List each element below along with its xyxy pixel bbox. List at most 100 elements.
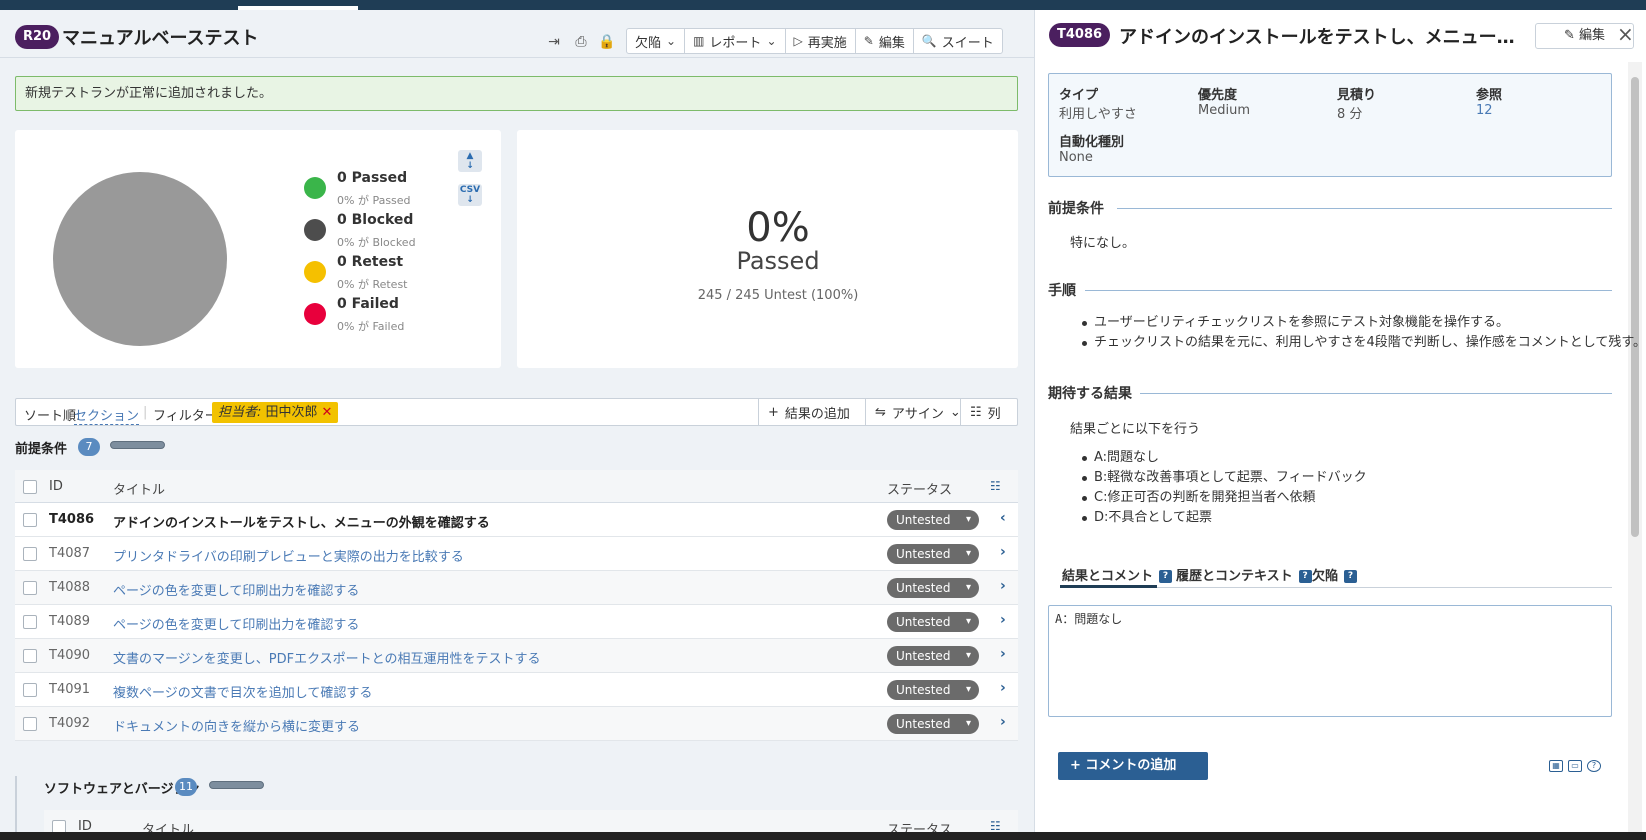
play-icon: ▷ xyxy=(793,34,803,48)
row-checkbox[interactable] xyxy=(23,683,37,697)
active-tab-indicator xyxy=(1060,585,1157,588)
status-dropdown[interactable]: Untested ▾ xyxy=(887,510,979,530)
status-dropdown[interactable]: Untested ▾ xyxy=(887,544,979,564)
section-count-badge: 11 xyxy=(175,778,197,796)
case-title[interactable]: 文書のマージンを変更し、PDFエクスポートとの相互運用性をテストする xyxy=(113,648,541,667)
status-label: Untested xyxy=(896,513,951,527)
step-item: ユーザービリティチェックリストを参照にテスト対象機能を操作する。 xyxy=(1082,313,1646,333)
download-chart-icon[interactable]: ▲ ↓ xyxy=(458,150,482,172)
add-result-button[interactable]: + 結果の追加 xyxy=(758,399,859,425)
add-comment-button[interactable]: + コメントの追加 xyxy=(1058,752,1208,780)
column-settings-icon[interactable]: ☷ xyxy=(990,819,1001,832)
top-nav-bar xyxy=(0,0,1646,10)
col-id: ID xyxy=(78,819,92,832)
row-checkbox[interactable] xyxy=(23,649,37,663)
table-row[interactable]: T4092 ドキュメントの向きを縦から横に変更する Untested ▾ › xyxy=(15,707,1018,741)
row-checkbox[interactable] xyxy=(23,581,37,595)
chevron-down-icon: ▾ xyxy=(965,718,971,729)
case-id: T4087 xyxy=(49,546,91,561)
csv-label: CSV xyxy=(459,185,481,195)
help-icon[interactable]: ? xyxy=(1587,760,1601,772)
row-checkbox[interactable] xyxy=(23,615,37,629)
chevron-right-icon[interactable]: › xyxy=(1000,714,1006,730)
comment-textarea[interactable]: A：問題なし xyxy=(1048,605,1612,717)
row-checkbox[interactable] xyxy=(23,717,37,731)
add-comment-label: コメントの追加 xyxy=(1085,758,1177,773)
status-dropdown[interactable]: Untested ▾ xyxy=(887,578,979,598)
chevron-down-icon: ▾ xyxy=(965,684,971,695)
row-checkbox[interactable] xyxy=(23,547,37,561)
run-header: R20 マニュアルベーステスト ⇥ ⎙ 🔒 欠陥 ⌄ ▥ レポート ⌄ ▷ 再実施 ✎ 編… xyxy=(0,10,1034,58)
chevron-right-icon[interactable]: › xyxy=(1000,578,1006,594)
chevron-right-icon[interactable]: › xyxy=(1000,544,1006,560)
table-row[interactable]: T4086 アドインのインストールをテストし、メニューの外観を確認する Untest… xyxy=(15,503,1018,537)
lock-icon[interactable]: 🔒 xyxy=(598,33,616,51)
case-title[interactable]: ページの色を変更して印刷出力を確認する xyxy=(113,580,359,599)
case-id: T4091 xyxy=(49,682,91,697)
case-title[interactable]: ドキュメントの向きを縦から横に変更する xyxy=(113,716,360,735)
help-icon[interactable]: ? xyxy=(1159,570,1173,583)
failed-count: 0 Failed xyxy=(337,296,399,312)
chevron-left-icon[interactable]: ‹ xyxy=(1000,510,1006,526)
case-title[interactable]: プリンタドライバの印刷プレビューと実際の出力を比較する xyxy=(113,546,464,565)
divider: | xyxy=(143,405,148,420)
select-all-checkbox[interactable] xyxy=(52,820,66,832)
case-title[interactable]: ページの色を変更して印刷出力を確認する xyxy=(113,614,359,633)
image-icon[interactable]: ▭ xyxy=(1568,760,1582,772)
select-all-checkbox[interactable] xyxy=(23,480,37,494)
help-icon[interactable]: ? xyxy=(1344,570,1358,583)
table-row[interactable]: T4088 ページの色を変更して印刷出力を確認する Untested ▾ › xyxy=(15,571,1018,605)
steps-heading: 手順 xyxy=(1048,283,1076,299)
columns-button[interactable]: ☷ 列 xyxy=(960,399,1010,425)
remove-filter-icon[interactable]: ✕ xyxy=(322,405,333,420)
references-link[interactable]: 12 xyxy=(1476,103,1493,118)
table-row[interactable]: T4087 プリンタドライバの印刷プレビューと実際の出力を比較する Untested… xyxy=(15,537,1018,571)
print-icon[interactable]: ⎙ xyxy=(572,33,590,51)
col-id: ID xyxy=(49,479,63,494)
status-dropdown[interactable]: Untested ▾ xyxy=(887,714,979,734)
suite-button[interactable]: 🔍 スイート xyxy=(914,29,1002,53)
chevron-right-icon[interactable]: › xyxy=(1000,680,1006,696)
references-label: 参照 xyxy=(1476,88,1503,103)
tab-defects[interactable]: 欠陥? xyxy=(1312,565,1358,584)
scrollbar[interactable] xyxy=(1628,62,1642,832)
assign-label: アサイン xyxy=(891,406,944,422)
case-title[interactable]: 複数ページの文書で目次を追加して確認する xyxy=(113,682,372,701)
blocked-count: 0 Blocked xyxy=(337,212,414,228)
automation-label: 自動化種別 xyxy=(1059,135,1125,150)
chevron-down-icon: ⌄ xyxy=(666,34,677,48)
sort-value-link[interactable]: セクション xyxy=(74,405,140,425)
search-doc-icon: 🔍 xyxy=(921,34,937,48)
tab-results-comments[interactable]: 結果とコメント? xyxy=(1062,565,1173,584)
heading-rule xyxy=(1140,393,1612,394)
tab-label: 履歴とコンテキスト xyxy=(1176,569,1293,584)
download-csv-icon[interactable]: CSV ↓ xyxy=(458,184,482,206)
case-title[interactable]: アドインのインストールをテストし、メニューの外観を確認する xyxy=(113,512,490,531)
case-id: T4086 xyxy=(49,512,95,527)
rerun-button[interactable]: ▷ 再実施 xyxy=(786,29,856,53)
table-row[interactable]: T4089 ページの色を変更して印刷出力を確認する Untested ▾ › xyxy=(15,605,1018,639)
column-settings-icon[interactable]: ☷ xyxy=(990,479,1001,493)
table-row[interactable]: T4091 複数ページの文書で目次を追加して確認する Untested ▾ › xyxy=(15,673,1018,707)
chevron-right-icon[interactable]: › xyxy=(1000,646,1006,662)
row-checkbox[interactable] xyxy=(23,513,37,527)
assign-dropdown[interactable]: ⇋ アサイン ⌄ xyxy=(865,399,970,425)
status-dropdown[interactable]: Untested ▾ xyxy=(887,646,979,666)
assign-icon: ⇋ xyxy=(875,404,886,420)
status-dropdown[interactable]: Untested ▾ xyxy=(887,612,979,632)
defects-dropdown[interactable]: 欠陥 ⌄ xyxy=(627,29,686,53)
export-icon[interactable]: ⇥ xyxy=(545,33,563,51)
expected-heading: 期待する結果 xyxy=(1048,386,1132,402)
report-dropdown[interactable]: ▥ レポート ⌄ xyxy=(685,29,786,53)
assignee-filter-chip[interactable]: 担当者: 田中次郎 ✕ xyxy=(212,402,339,423)
close-icon[interactable]: × xyxy=(1617,22,1634,46)
edit-run-button[interactable]: ✎ 編集 xyxy=(856,29,914,53)
tab-history-context[interactable]: 履歴とコンテキスト? xyxy=(1176,565,1312,584)
table-icon[interactable]: ▦ xyxy=(1549,760,1563,772)
tab-label: 結果とコメント xyxy=(1062,569,1154,584)
help-icon[interactable]: ? xyxy=(1298,570,1312,583)
table-row[interactable]: T4090 文書のマージンを変更し、PDFエクスポートとの相互運用性をテストする U… xyxy=(15,639,1018,673)
status-dropdown[interactable]: Untested ▾ xyxy=(887,680,979,700)
chevron-right-icon[interactable]: › xyxy=(1000,612,1006,628)
scrollbar-thumb[interactable] xyxy=(1631,77,1639,537)
